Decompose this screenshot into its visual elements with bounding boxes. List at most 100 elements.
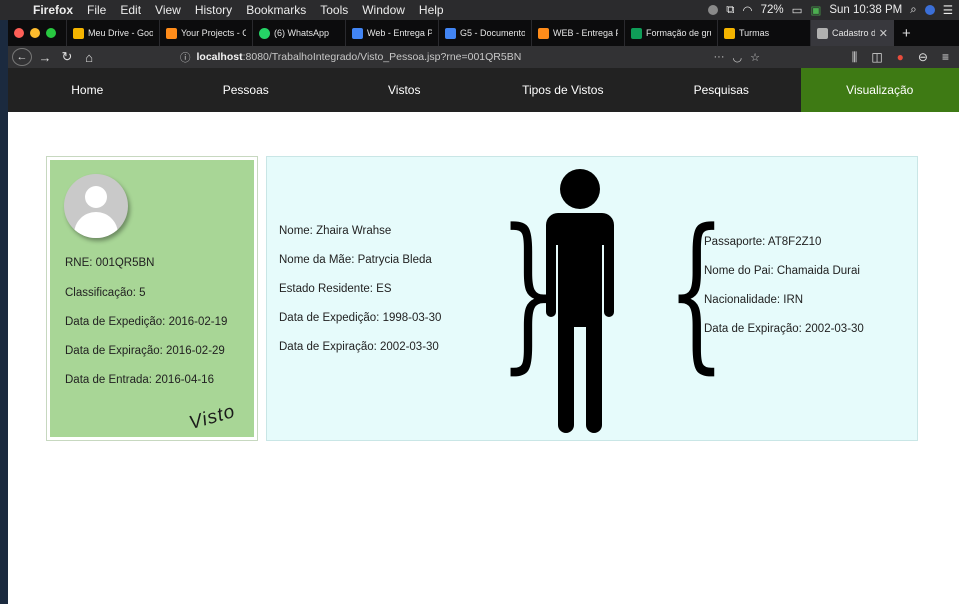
menu-window[interactable]: Window xyxy=(355,3,412,17)
tab-label: WEB - Entrega Fin xyxy=(553,28,618,38)
tab-label: Your Projects - Ov xyxy=(181,28,246,38)
menu-file[interactable]: File xyxy=(80,3,113,17)
google-sheets-icon xyxy=(631,27,642,39)
menu-icon[interactable]: ≡ xyxy=(942,50,949,65)
url-host: localhost xyxy=(196,51,243,63)
record-icon[interactable] xyxy=(708,5,719,15)
browser-tab[interactable]: WEB - Entrega Fin xyxy=(531,20,624,46)
close-tab-icon[interactable]: ✕ xyxy=(879,27,888,40)
menu-app-firefox[interactable]: Firefox xyxy=(26,3,80,17)
battery-percent: 72% xyxy=(760,4,784,16)
battery-icon[interactable]: ▭ xyxy=(792,3,803,17)
browser-tab[interactable]: Turmas xyxy=(717,20,810,46)
macos-menubar: Firefox File Edit View History Bookmarks… xyxy=(0,0,959,20)
browser-tab[interactable]: Web - Entrega Par xyxy=(345,20,438,46)
swirl-icon xyxy=(166,27,177,39)
browser-tab[interactable]: Formação de grup xyxy=(624,20,717,46)
menu-tools[interactable]: Tools xyxy=(313,3,355,17)
pessoa-nome-mae: Nome da Mãe: Patrycia Bleda xyxy=(279,254,432,266)
wifi-icon[interactable]: ◠ xyxy=(743,3,753,17)
pessoa-nome: Nome: Zhaira Wrahse xyxy=(279,225,392,237)
pocket-icon[interactable]: ◡ xyxy=(733,51,743,64)
google-drive-icon xyxy=(73,27,84,39)
siri-icon[interactable] xyxy=(924,5,935,15)
nav-vistos[interactable]: Vistos xyxy=(325,68,484,112)
tab-label: Cadastro de In xyxy=(832,28,875,38)
reload-button[interactable]: ↻ xyxy=(56,49,78,65)
browser-tab-active[interactable]: Cadastro de In ✕ xyxy=(810,20,894,46)
person-figure-icon xyxy=(546,169,614,433)
nav-home[interactable]: Home xyxy=(8,68,167,112)
back-button[interactable]: ← xyxy=(12,48,32,66)
new-tab-button[interactable]: + xyxy=(894,25,919,42)
browser-tab[interactable]: (6) WhatsApp xyxy=(252,20,345,46)
menu-help[interactable]: Help xyxy=(412,3,451,17)
firefox-window: Meu Drive - Googl Your Projects - Ov (6)… xyxy=(8,20,959,604)
zoom-window-button[interactable] xyxy=(46,28,56,38)
page-actions-icon[interactable]: ··· xyxy=(714,51,725,64)
window-controls xyxy=(8,28,66,38)
menu-history[interactable]: History xyxy=(188,3,239,17)
swirl-icon xyxy=(538,27,549,39)
pessoa-data-expedicao: Data de Expedição: 1998-03-30 xyxy=(279,312,442,324)
nav-tipos-de-vistos[interactable]: Tipos de Vistos xyxy=(484,68,643,112)
visto-card: RNE: 001QR5BN Classificação: 5 Data de E… xyxy=(46,156,258,441)
whatsapp-icon xyxy=(259,27,270,39)
nav-pesquisas[interactable]: Pesquisas xyxy=(642,68,801,112)
home-button[interactable]: ⌂ xyxy=(78,50,100,65)
tab-label: Web - Entrega Par xyxy=(367,28,432,38)
site-navigation: Home Pessoas Vistos Tipos de Vistos Pesq… xyxy=(8,68,959,112)
tab-label: (6) WhatsApp xyxy=(274,28,330,38)
menu-view[interactable]: View xyxy=(148,3,188,17)
left-brace-icon: { xyxy=(667,193,726,389)
classroom-icon xyxy=(724,27,735,39)
clock[interactable]: Sun 10:38 PM xyxy=(829,4,902,16)
browser-tab[interactable]: G5 - Documentos xyxy=(438,20,531,46)
extension-icon[interactable]: ● xyxy=(897,50,904,65)
avatar-icon xyxy=(64,174,128,238)
visto-data-expiracao: Data de Expiração: 2016-02-29 xyxy=(65,345,225,357)
close-window-button[interactable] xyxy=(14,28,24,38)
toolbar-right: ⫼ ◫ ● ⊖ ≡ xyxy=(852,50,959,65)
pessoa-data-expiracao-passaporte: Data de Expiração: 2002-03-30 xyxy=(704,323,864,335)
browser-tab[interactable]: Your Projects - Ov xyxy=(159,20,252,46)
pessoa-estado: Estado Residente: ES xyxy=(279,283,392,295)
visto-rne: RNE: 001QR5BN xyxy=(65,257,155,269)
avatar-body xyxy=(74,212,118,238)
minimize-window-button[interactable] xyxy=(30,28,40,38)
pessoa-card: Nome: Zhaira Wrahse Nome da Mãe: Patryci… xyxy=(266,156,918,441)
browser-tab[interactable]: Meu Drive - Googl xyxy=(66,20,159,46)
spotlight-search-icon[interactable]: ⌕ xyxy=(910,4,916,17)
tab-label: G5 - Documentos xyxy=(460,28,525,38)
google-docs-icon xyxy=(352,27,363,39)
visto-card-body: RNE: 001QR5BN Classificação: 5 Data de E… xyxy=(50,160,254,437)
app-status-icon[interactable]: ▣ xyxy=(810,3,821,17)
info-icon[interactable]: ⓘ xyxy=(180,50,191,65)
bookmark-star-icon[interactable]: ☆ xyxy=(750,51,760,64)
avatar-head xyxy=(85,186,107,208)
url-path: :8080/TrabalhoIntegrado/Visto_Pessoa.jsp… xyxy=(242,51,522,63)
pessoa-nacionalidade: Nacionalidade: IRN xyxy=(704,294,804,306)
nav-pessoas[interactable]: Pessoas xyxy=(167,68,326,112)
tab-strip: Meu Drive - Googl Your Projects - Ov (6)… xyxy=(8,20,959,46)
visto-data-expedicao: Data de Expedição: 2016-02-19 xyxy=(65,316,228,328)
visto-stamp: Visto xyxy=(186,400,238,435)
sidebar-icon[interactable]: ◫ xyxy=(871,50,882,65)
visto-classificacao: Classificação: 5 xyxy=(65,287,146,299)
menubar-status-area: ⧉ ◠ 72% ▭ ▣ Sun 10:38 PM ⌕ ☰ xyxy=(708,3,959,17)
menu-edit[interactable]: Edit xyxy=(113,3,148,17)
pessoa-nome-pai: Nome do Pai: Chamaida Durai xyxy=(704,265,860,277)
account-icon[interactable]: ⊖ xyxy=(918,50,928,65)
tab-label: Meu Drive - Googl xyxy=(88,28,153,38)
forward-button[interactable]: → xyxy=(34,50,56,65)
google-docs-icon xyxy=(445,27,456,39)
notification-center-icon[interactable]: ☰ xyxy=(943,3,953,17)
library-icon[interactable]: ⫼ xyxy=(852,50,858,65)
nav-visualizacao[interactable]: Visualização xyxy=(800,68,959,112)
screen-share-icon[interactable]: ⧉ xyxy=(726,4,734,17)
url-bar[interactable]: ⓘ localhost:8080/TrabalhoIntegrado/Visto… xyxy=(180,48,760,66)
menu-bookmarks[interactable]: Bookmarks xyxy=(239,3,313,17)
tab-label: Turmas xyxy=(739,28,770,38)
pessoa-passaporte: Passaporte: AT8F2Z10 xyxy=(704,236,822,248)
navigation-toolbar: ← → ↻ ⌂ ⓘ localhost:8080/TrabalhoIntegra… xyxy=(8,46,959,68)
